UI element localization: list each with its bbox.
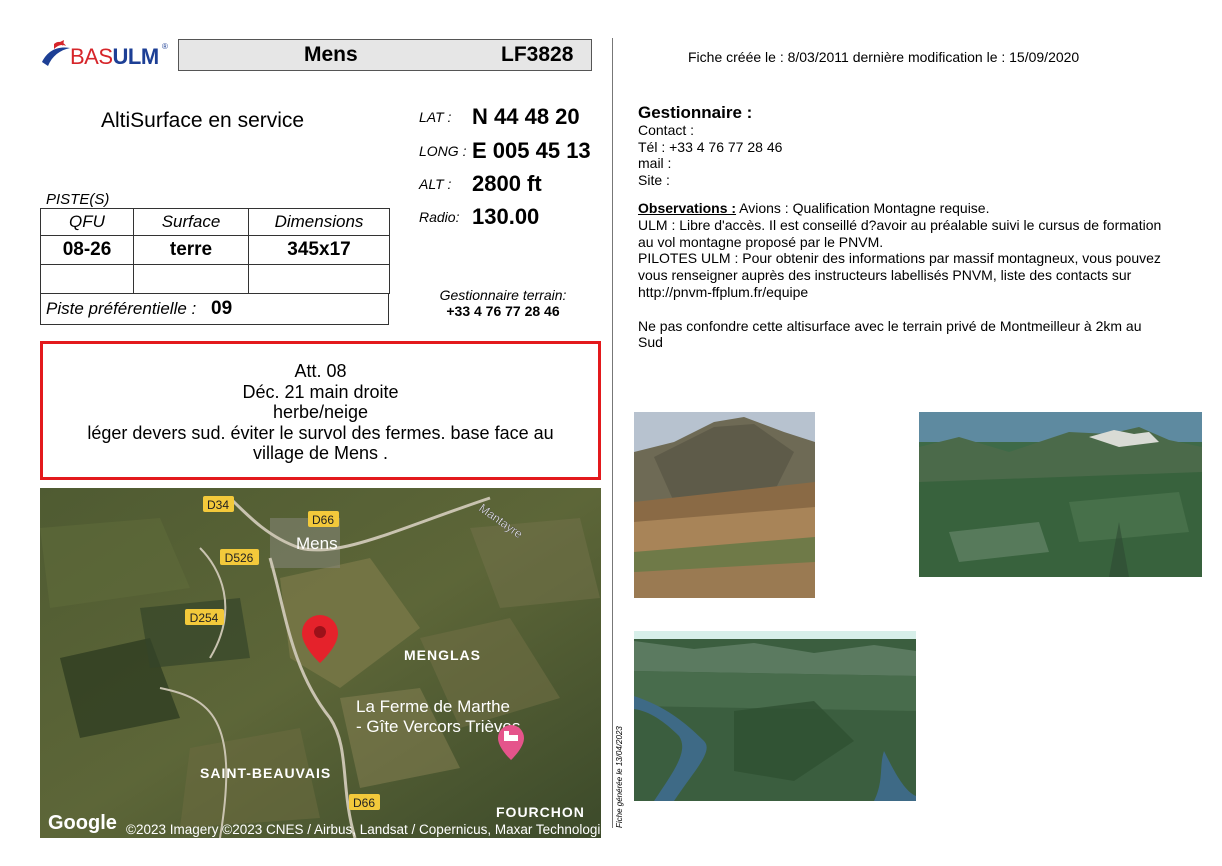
observation-line: Sud <box>638 334 663 351</box>
svg-text:D66: D66 <box>312 513 334 527</box>
note-line: village de Mens . <box>252 443 389 463</box>
title-box: Mens LF3828 <box>178 39 592 71</box>
cell-surface <box>133 264 249 294</box>
cell-qfu <box>40 264 134 294</box>
road-badge-d34: D34 <box>203 496 234 512</box>
observation-link[interactable]: http://pnvm-ffplum.fr/equipe <box>638 284 1198 301</box>
logo-swoosh-icon <box>42 40 70 66</box>
radio-value: 130.00 <box>472 204 540 229</box>
cell-qfu: 08-26 <box>40 235 134 265</box>
gestionnaire-terrain-label: Gestionnaire terrain: <box>439 287 567 303</box>
photo-3d-terrain-lake <box>634 631 916 801</box>
gestionnaire-title: Gestionnaire : <box>638 103 753 122</box>
gestionnaire-site: Site : <box>638 172 670 189</box>
logo-ulm-text: ULM <box>112 44 160 69</box>
svg-text:D254: D254 <box>190 611 219 625</box>
observation-line <box>638 301 1198 318</box>
table-header-row: QFU Surface Dimensions <box>40 208 390 236</box>
lat-label: LAT : <box>419 109 452 125</box>
status-text: AltiSurface en service <box>101 109 305 132</box>
observations-text: Avions : Qualification Montagne requise. <box>736 200 990 216</box>
road-badge-d254: D254 <box>185 609 224 625</box>
long-label: LONG : <box>419 143 467 159</box>
observation-line: au vol montagne proposé par le PNVM. <box>638 233 884 250</box>
gestionnaire-terrain-phone: +33 4 76 77 28 46 <box>446 303 560 319</box>
svg-text:D34: D34 <box>207 498 229 512</box>
preferred-runway: Piste préférentielle : 09 <box>40 294 389 325</box>
map-label-fourchon: FOURCHON <box>496 804 585 820</box>
lat-value: N 44 48 20 <box>472 104 580 129</box>
google-logo: Google <box>48 812 117 834</box>
generated-date: Fiche générée le 13/04/2023 <box>615 726 624 828</box>
piste-table: QFU Surface Dimensions 08-26 terre 345x1… <box>40 208 390 294</box>
header-dimensions: Dimensions <box>248 208 390 236</box>
fiche-dates: Fiche créée le : 8/03/2011 dernière modi… <box>688 49 1080 65</box>
header-qfu: QFU <box>40 208 134 236</box>
gestionnaire-tel: Tél : +33 4 76 77 28 46 <box>638 138 783 155</box>
preferred-runway-label: Piste préférentielle : <box>46 299 197 318</box>
map-label-mens: Mens <box>296 534 338 553</box>
map-copyright: ©2023 Imagery ©2023 CNES / Airbus, Lands… <box>126 822 601 837</box>
svg-text:D526: D526 <box>225 551 254 565</box>
observations-label: Observations : <box>638 200 737 216</box>
alt-value: 2800 ft <box>472 171 542 196</box>
gestionnaire-terrain: Gestionnaire terrain: +33 4 76 77 28 46 <box>410 287 596 319</box>
piste-title: PISTE(S) <box>46 191 110 208</box>
basulm-logo: BASULM ® <box>40 38 170 72</box>
gestionnaire-contact: Contact : <box>638 121 695 138</box>
map-label-menglas: MENGLAS <box>404 647 481 663</box>
preferred-runway-value: 09 <box>211 298 233 319</box>
cell-surface: terre <box>133 235 249 265</box>
road-badge-d66: D66 <box>308 511 339 527</box>
satellite-map[interactable]: D34 D66 D526 D254 D66 Mantayre Mens MENG… <box>40 488 601 838</box>
cell-dimensions <box>248 264 390 294</box>
note-line: herbe/neige <box>272 402 369 422</box>
observation-line: PILOTES ULM : Pour obtenir des informati… <box>638 250 1161 267</box>
airfield-code: LF3828 <box>501 43 574 66</box>
map-label-ferme-line2: - Gîte Vercors Trièves <box>356 717 520 736</box>
header-surface: Surface <box>133 208 249 236</box>
svg-text:D66: D66 <box>353 796 375 810</box>
observation-line: ULM : Libre d'accès. Il est conseillé d?… <box>638 216 1162 233</box>
photo-3d-terrain-north <box>919 412 1202 577</box>
alt-label: ALT : <box>419 176 452 192</box>
cell-dimensions: 345x17 <box>248 235 390 265</box>
note-line: Att. 08 <box>294 361 347 381</box>
logo-bas-text: BAS <box>70 44 113 69</box>
table-row <box>40 264 390 294</box>
road-badge-d66-south: D66 <box>349 794 380 810</box>
gestionnaire-mail: mail : <box>638 155 672 172</box>
logo-registered: ® <box>162 42 168 51</box>
airfield-name: Mens <box>304 43 358 66</box>
notes-box: Att. 08 Déc. 21 main droite herbe/neige … <box>40 341 601 480</box>
gestionnaire-section: Gestionnaire : Contact : Tél : +33 4 76 … <box>638 103 1198 189</box>
map-label-saint-beauvais: SAINT-BEAUVAIS <box>200 765 331 781</box>
note-line: léger devers sud. éviter le survol des f… <box>87 422 554 443</box>
long-value: E 005 45 13 <box>472 138 591 163</box>
table-row: 08-26 terre 345x17 <box>40 235 390 265</box>
radio-label: Radio: <box>419 209 460 225</box>
road-badge-d526: D526 <box>220 549 259 565</box>
note-line: Déc. 21 main droite <box>242 381 399 402</box>
map-label-ferme-line1: La Ferme de Marthe <box>356 697 510 716</box>
observation-line: vous renseigner auprès des instructeurs … <box>638 267 1132 284</box>
observations-section: Observations : Avions : Qualification Mo… <box>638 200 1198 351</box>
column-divider <box>612 38 613 828</box>
photo-mountain-fields <box>634 412 815 598</box>
observation-line: Ne pas confondre cette altisurface avec … <box>638 317 1142 334</box>
